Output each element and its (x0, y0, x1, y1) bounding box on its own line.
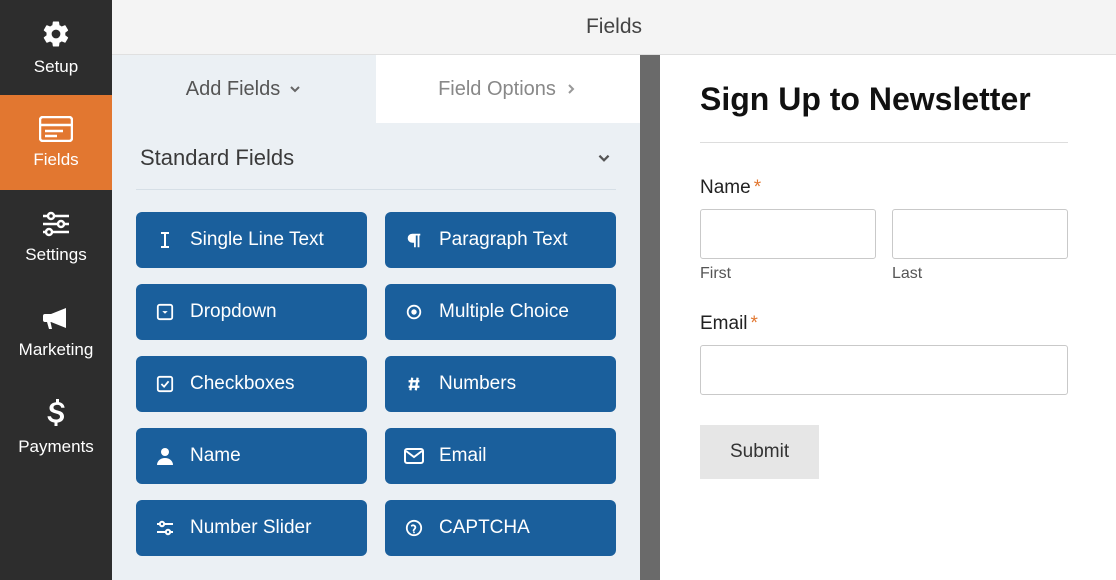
panel-divider (640, 55, 660, 580)
topbar: Fields (112, 0, 1116, 55)
gear-icon (41, 19, 71, 49)
paragraph-icon (403, 229, 425, 251)
sidebar-item-setup[interactable]: Setup (0, 0, 112, 95)
sidebar-item-marketing[interactable]: Marketing (0, 285, 112, 380)
field-checkboxes[interactable]: Checkboxes (136, 356, 367, 412)
field-label: Name (190, 445, 241, 467)
fields-icon (39, 116, 73, 142)
sidebar: Setup Fields Settings Marketing Payments (0, 0, 112, 580)
topbar-title: Fields (586, 15, 642, 39)
field-label: Number Slider (190, 517, 311, 539)
required-marker: * (754, 177, 761, 198)
name-field-group[interactable]: Name* First Last (700, 177, 1068, 283)
field-captcha[interactable]: CAPTCHA (385, 500, 616, 556)
first-name-input[interactable] (700, 209, 876, 259)
caret-square-icon (154, 301, 176, 323)
field-label: Paragraph Text (439, 229, 568, 251)
radio-icon (403, 301, 425, 323)
label-text: Name (700, 177, 751, 198)
hash-icon (403, 373, 425, 395)
form-preview: Sign Up to Newsletter Name* First Last (660, 55, 1116, 580)
field-label: Single Line Text (190, 229, 324, 251)
sidebar-label: Fields (33, 150, 78, 170)
first-sublabel: First (700, 265, 876, 283)
section-standard-fields[interactable]: Standard Fields (136, 123, 616, 190)
field-paragraph-text[interactable]: Paragraph Text (385, 212, 616, 268)
field-numbers[interactable]: Numbers (385, 356, 616, 412)
sliders-icon (41, 211, 71, 237)
sidebar-label: Marketing (19, 340, 94, 360)
field-label: Email (439, 445, 487, 467)
chevron-down-icon (596, 150, 612, 166)
panel-tabs: Add Fields Field Options (112, 55, 640, 123)
tab-label: Add Fields (186, 78, 281, 101)
person-icon (154, 445, 176, 467)
email-label: Email* (700, 313, 1068, 335)
checkbox-icon (154, 373, 176, 395)
field-name[interactable]: Name (136, 428, 367, 484)
field-multiple-choice[interactable]: Multiple Choice (385, 284, 616, 340)
field-dropdown[interactable]: Dropdown (136, 284, 367, 340)
field-email[interactable]: Email (385, 428, 616, 484)
tab-field-options[interactable]: Field Options (376, 55, 640, 123)
label-text: Email (700, 313, 748, 334)
chevron-right-icon (564, 82, 578, 96)
sidebar-label: Payments (18, 437, 94, 457)
sidebar-label: Settings (25, 245, 86, 265)
dollar-icon (47, 399, 65, 429)
email-field-group[interactable]: Email* (700, 313, 1068, 395)
field-label: Checkboxes (190, 373, 295, 395)
bullhorn-icon (41, 306, 71, 332)
tab-add-fields[interactable]: Add Fields (112, 55, 376, 123)
chevron-down-icon (288, 82, 302, 96)
required-marker: * (751, 313, 758, 334)
tab-label: Field Options (438, 78, 556, 101)
field-label: CAPTCHA (439, 517, 530, 539)
field-label: Numbers (439, 373, 516, 395)
field-single-line-text[interactable]: Single Line Text (136, 212, 367, 268)
divider (700, 142, 1068, 143)
fields-panel: Add Fields Field Options Standar (112, 55, 640, 580)
panel-body[interactable]: Standard Fields Single Line Text Paragra (112, 123, 640, 580)
email-input[interactable] (700, 345, 1068, 395)
submit-button[interactable]: Submit (700, 425, 819, 479)
text-cursor-icon (154, 229, 176, 251)
field-grid: Single Line Text Paragraph Text Dropdown (136, 212, 616, 556)
sidebar-item-payments[interactable]: Payments (0, 380, 112, 475)
slider-icon (154, 517, 176, 539)
field-label: Multiple Choice (439, 301, 569, 323)
section-title: Standard Fields (140, 145, 294, 171)
field-number-slider[interactable]: Number Slider (136, 500, 367, 556)
sidebar-item-fields[interactable]: Fields (0, 95, 112, 190)
envelope-icon (403, 445, 425, 467)
last-name-input[interactable] (892, 209, 1068, 259)
form-title: Sign Up to Newsletter (700, 81, 1068, 118)
question-circle-icon (403, 517, 425, 539)
sidebar-item-settings[interactable]: Settings (0, 190, 112, 285)
name-label: Name* (700, 177, 1068, 199)
sidebar-label: Setup (34, 57, 78, 77)
field-label: Dropdown (190, 301, 277, 323)
last-sublabel: Last (892, 265, 1068, 283)
